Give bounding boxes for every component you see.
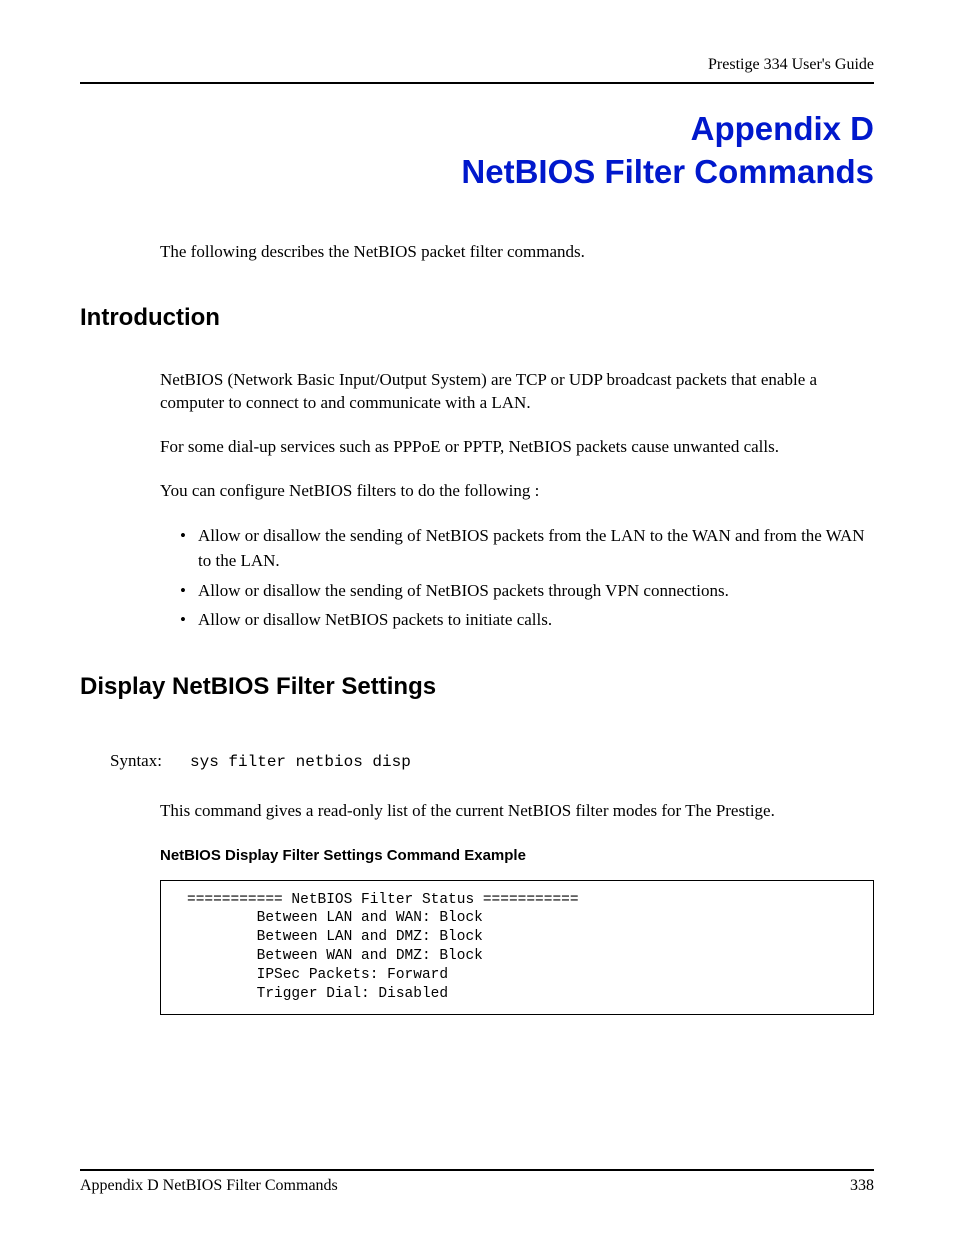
syntax-label: Syntax: [110, 751, 190, 771]
display-para-1: This command gives a read-only list of t… [160, 799, 874, 823]
intro-bullet-list: Allow or disallow the sending of NetBIOS… [180, 523, 874, 633]
intro-para-3: You can configure NetBIOS filters to do … [160, 479, 874, 503]
list-item: Allow or disallow NetBIOS packets to ini… [180, 607, 874, 633]
syntax-command: sys filter netbios disp [190, 753, 411, 771]
page-title: Appendix D NetBIOS Filter Commands [80, 108, 874, 194]
intro-para-1: NetBIOS (Network Basic Input/Output Syst… [160, 368, 874, 416]
intro-para-2: For some dial-up services such as PPPoE … [160, 435, 874, 459]
footer-page-number: 338 [850, 1177, 874, 1195]
section-heading-introduction: Introduction [80, 304, 874, 332]
list-item: Allow or disallow the sending of NetBIOS… [180, 523, 874, 574]
section-heading-display: Display NetBIOS Filter Settings [80, 673, 874, 701]
title-line-1: Appendix D [80, 108, 874, 151]
title-line-2: NetBIOS Filter Commands [80, 151, 874, 194]
footer-left-label: Appendix D NetBIOS Filter Commands [80, 1177, 338, 1195]
list-item: Allow or disallow the sending of NetBIOS… [180, 578, 874, 604]
header-divider [80, 82, 874, 84]
intro-paragraph: The following describes the NetBIOS pack… [160, 240, 874, 264]
example-subheading: NetBIOS Display Filter Settings Command … [160, 847, 874, 864]
code-example-box: =========== NetBIOS Filter Status ======… [160, 880, 874, 1015]
header-guide-label: Prestige 334 User's Guide [80, 56, 874, 74]
page-footer: Appendix D NetBIOS Filter Commands 338 [80, 1169, 874, 1195]
syntax-row: Syntax: sys filter netbios disp [110, 751, 874, 771]
footer-divider [80, 1169, 874, 1171]
